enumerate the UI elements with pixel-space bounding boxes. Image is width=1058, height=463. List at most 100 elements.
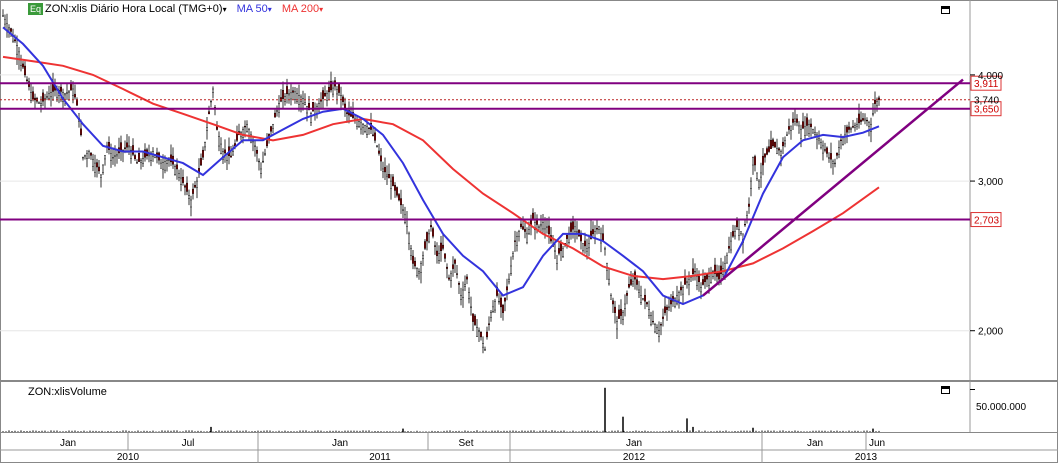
ma50-line <box>2 26 880 306</box>
candle-body <box>566 234 569 239</box>
candle-body <box>386 174 389 178</box>
candle-body <box>123 147 126 149</box>
candle-body <box>554 250 557 252</box>
candle-body <box>752 157 755 166</box>
candle-body <box>832 160 835 164</box>
candle-body <box>686 281 689 283</box>
candle-body <box>364 125 367 132</box>
candle-body <box>422 255 425 259</box>
candle-body <box>854 125 857 128</box>
candle-body <box>460 295 463 300</box>
candle-body <box>95 162 98 168</box>
candle-body <box>464 284 467 287</box>
candle-body <box>744 224 747 226</box>
price-chart: 3,9113,6502,7033,740 2,0003,0004,000 Jan… <box>0 0 1058 463</box>
candle-body <box>292 90 295 93</box>
candle-body <box>778 148 781 151</box>
candle-body <box>32 91 35 99</box>
candle-body <box>40 103 43 106</box>
candle-body <box>494 300 497 311</box>
candle-body <box>380 155 383 162</box>
candle-body <box>768 146 771 152</box>
candle-body <box>520 223 523 228</box>
x-month-label: Jan <box>626 438 642 449</box>
candle-body <box>842 137 845 145</box>
candle-body <box>336 89 339 95</box>
candle-body <box>650 315 653 325</box>
x-month-label: Jan <box>332 438 348 449</box>
candle-body <box>658 330 661 337</box>
candle-body <box>864 118 867 121</box>
maximize-volume-panel-icon[interactable] <box>941 386 950 394</box>
ma50-dropdown-icon: ▾ <box>267 5 272 14</box>
candle-body <box>510 265 513 274</box>
candle-body <box>826 147 829 154</box>
candle-body <box>223 149 226 154</box>
candle-body <box>338 84 341 93</box>
symbol-group[interactable]: Eq ZON:xlis Diário Hora Local (TMG+0)▾ <box>28 3 227 15</box>
candle-body <box>342 96 345 102</box>
ma200-legend[interactable]: MA 200▾ <box>282 3 323 15</box>
candle-body <box>18 51 21 60</box>
candle-body <box>616 321 619 330</box>
candle-body <box>340 95 343 100</box>
candle-body <box>562 248 565 257</box>
candle-body <box>878 97 881 100</box>
candle-body <box>199 158 202 166</box>
candle-body <box>270 126 273 132</box>
candle-body <box>392 176 395 186</box>
candle-body <box>776 148 779 155</box>
y-tick-label: 3,000 <box>978 177 1003 188</box>
candle-body <box>133 155 136 159</box>
candle-body <box>322 90 325 99</box>
maximize-price-panel-icon[interactable] <box>941 6 950 14</box>
candle-body <box>360 122 363 130</box>
candle-body <box>103 155 106 160</box>
candle-body <box>139 159 142 163</box>
candle-body <box>264 153 267 155</box>
candle-body <box>522 226 525 230</box>
candle-body <box>163 161 166 171</box>
candle-body <box>466 276 469 280</box>
support-trendline <box>702 78 964 297</box>
candle-body <box>618 309 621 319</box>
candle-body <box>266 140 269 147</box>
candle-body <box>640 295 643 303</box>
candle-body <box>584 240 587 247</box>
candle-body <box>592 229 595 235</box>
candle-body <box>626 292 629 296</box>
candle-body <box>706 274 709 280</box>
candle-body <box>290 92 293 100</box>
ma50-legend[interactable]: MA 50▾ <box>237 3 272 15</box>
candle-body <box>444 253 447 259</box>
candle-body <box>756 172 759 180</box>
candle-body <box>670 300 673 305</box>
candle-body <box>436 250 439 257</box>
candle-body <box>67 91 70 93</box>
candle-body <box>137 153 140 162</box>
candle-body <box>800 129 803 139</box>
candle-body <box>73 93 76 98</box>
candle-body <box>388 174 391 179</box>
candle-body <box>446 266 449 269</box>
candle-body <box>702 279 705 285</box>
candle-body <box>3 19 6 25</box>
candle-body <box>468 292 471 300</box>
candle-body <box>324 93 327 97</box>
candle-body <box>544 219 547 230</box>
candle-body <box>304 102 307 105</box>
candle-body <box>654 324 657 333</box>
candle-body <box>189 199 192 208</box>
candle-body <box>664 306 667 313</box>
candle-body <box>456 273 459 275</box>
candle-body <box>790 125 793 131</box>
candle-body <box>492 306 495 312</box>
candle-body <box>434 245 437 247</box>
candle-body <box>245 123 248 133</box>
candle-body <box>258 160 261 163</box>
candle-body <box>400 198 403 206</box>
candle-body <box>384 167 387 173</box>
candle-body <box>516 236 519 246</box>
x-month-label: Set <box>458 438 473 449</box>
candle-body <box>750 180 753 189</box>
